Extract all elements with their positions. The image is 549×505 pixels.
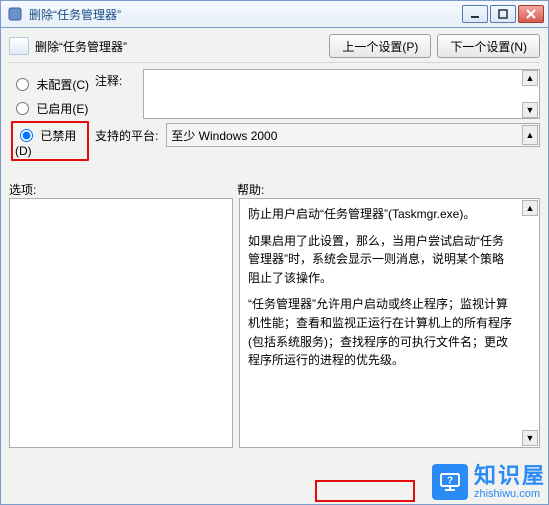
radio-disabled[interactable]: 已禁用(D): [15, 124, 85, 158]
window-title: 删除“任务管理器”: [29, 6, 121, 23]
platform-text: 至少 Windows 2000: [171, 127, 277, 144]
close-button[interactable]: [518, 5, 544, 23]
options-label: 选项:: [9, 181, 237, 198]
watermark: ? 知识屋 zhishiwu.com: [432, 464, 546, 500]
radio-not-configured-label: 未配置(C): [36, 78, 89, 92]
platform-scroll[interactable]: ▲: [522, 125, 538, 145]
app-icon: [7, 6, 23, 22]
policy-title: 删除“任务管理器”: [35, 38, 127, 55]
platform-box: 至少 Windows 2000 ▲: [166, 123, 540, 147]
comment-row: 注释: ▲ ▼: [95, 69, 540, 119]
radio-enabled[interactable]: 已启用(E): [11, 97, 89, 117]
options-panel: [9, 198, 233, 448]
watermark-icon: ?: [432, 464, 468, 500]
help-scroll-up[interactable]: ▲: [522, 200, 538, 216]
help-scroll-down[interactable]: ▼: [522, 430, 538, 446]
titlebar: 删除“任务管理器”: [0, 0, 549, 28]
help-paragraph-1: 防止用户启动“任务管理器”(Taskmgr.exe)。: [248, 205, 513, 224]
next-setting-button[interactable]: 下一个设置(N): [437, 34, 540, 58]
radio-disabled-input[interactable]: [20, 129, 33, 142]
dialog-body: 删除“任务管理器” 上一个设置(P) 下一个设置(N) 未配置(C) 已启用(E…: [0, 28, 549, 505]
minimize-button[interactable]: [462, 5, 488, 23]
labels-row: 选项: 帮助:: [9, 181, 540, 198]
svg-text:?: ?: [447, 475, 453, 486]
platform-row: 支持的平台: 至少 Windows 2000 ▲: [95, 123, 540, 147]
prev-setting-button[interactable]: 上一个设置(P): [329, 34, 431, 58]
platform-label: 支持的平台:: [95, 127, 158, 144]
comment-label: 注释:: [95, 69, 143, 89]
help-paragraph-2: 如果启用了此设置，那么，当用户尝试启动“任务管理器”时，系统会显示一则消息，说明…: [248, 232, 513, 288]
watermark-url: zhishiwu.com: [474, 488, 546, 500]
radio-not-configured[interactable]: 未配置(C): [11, 73, 89, 93]
header-row: 删除“任务管理器” 上一个设置(P) 下一个设置(N): [9, 34, 540, 58]
config-area: 未配置(C) 已启用(E) 已禁用(D) 注释: ▲ ▼: [9, 69, 540, 161]
radio-enabled-label: 已启用(E): [36, 102, 88, 116]
lower-columns: ▲ 防止用户启动“任务管理器”(Taskmgr.exe)。 如果启用了此设置，那…: [9, 198, 540, 448]
help-label: 帮助:: [237, 181, 264, 198]
highlight-bottom-button: [315, 480, 415, 502]
radio-not-configured-input[interactable]: [16, 78, 29, 91]
help-paragraph-3: “任务管理器”允许用户启动或终止程序；监视计算机性能；查看和监视正运行在计算机上…: [248, 295, 513, 369]
maximize-button[interactable]: [490, 5, 516, 23]
help-panel: ▲ 防止用户启动“任务管理器”(Taskmgr.exe)。 如果启用了此设置，那…: [239, 198, 540, 448]
comment-scroll-down[interactable]: ▼: [522, 102, 538, 118]
radio-group: 未配置(C) 已启用(E) 已禁用(D): [9, 69, 89, 161]
comment-input[interactable]: ▲ ▼: [143, 69, 540, 119]
policy-icon: [9, 37, 29, 55]
watermark-brand: 知识屋: [474, 464, 546, 488]
highlight-disabled: 已禁用(D): [11, 121, 89, 161]
radio-enabled-input[interactable]: [16, 102, 29, 115]
comment-scroll-up[interactable]: ▲: [522, 70, 538, 86]
separator: [9, 62, 540, 63]
